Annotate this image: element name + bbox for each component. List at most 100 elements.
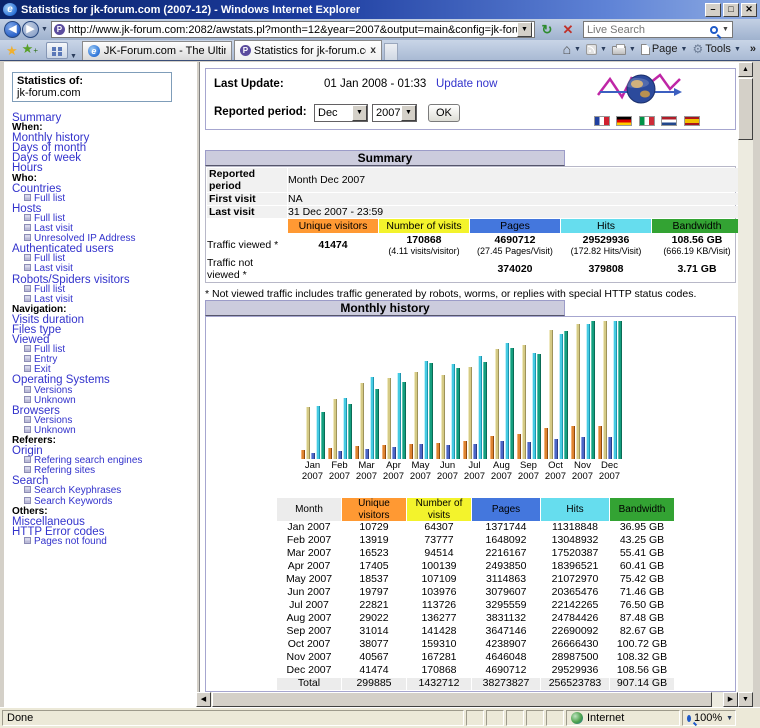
scroll-right-icon[interactable]: ▶ (723, 692, 738, 707)
bar-unique-visitors (490, 436, 494, 459)
chart-bar-group (436, 364, 460, 459)
monthly-cell: 24784426 (551, 612, 599, 625)
print-dropdown-icon[interactable]: ▼ (629, 46, 636, 53)
horizontal-scrollbar[interactable]: ◀ ▶ (196, 692, 738, 707)
site-favicon-icon: P (53, 24, 65, 35)
summary-section-title: Summary (205, 150, 565, 166)
monthly-table-row: Feb 2007 13919 73777 1648092 13048932 43.25 G… (277, 535, 674, 547)
more-toolbar-chevron[interactable]: » (750, 43, 756, 55)
address-bar[interactable]: P ▼ (50, 21, 535, 38)
horizontal-scroll-thumb[interactable] (212, 692, 712, 707)
bar-hits (586, 324, 590, 459)
sublist-icon (24, 284, 31, 292)
tab-statistics[interactable]: P Statistics for jk-forum.co... x (233, 40, 382, 60)
zoom-dropdown-icon[interactable]: ▼ (726, 715, 733, 722)
scroll-up-icon[interactable]: ▲ (738, 62, 753, 77)
monthly-cell: 22142265 (551, 599, 599, 612)
search-input[interactable] (586, 23, 710, 36)
print-icon[interactable] (611, 44, 626, 55)
bar-number-of-visits (495, 349, 499, 459)
tools-menu-label[interactable]: Tools (705, 43, 731, 55)
favorites-center-button[interactable]: ★ (6, 42, 18, 60)
flag-de-icon[interactable] (616, 116, 633, 126)
monthly-cell: 136277 (421, 612, 457, 625)
search-dropdown-icon[interactable]: ▼ (722, 26, 729, 33)
status-bar: Done Internet 100% ▼ (0, 707, 760, 728)
stop-button[interactable]: ✕ (559, 21, 577, 39)
language-flags (594, 113, 702, 131)
monthly-total-row: Total 299885 1432712 38273827 256523783 907.1… (277, 678, 674, 690)
quick-tabs-button[interactable] (45, 42, 68, 59)
zoom-level: 100% (694, 712, 723, 724)
tab-jk-forum[interactable]: e JK-Forum.com - The Ultimate... (81, 41, 232, 60)
last-update-value: 01 Jan 2008 - 01:33 (324, 78, 427, 90)
sidebar-item-hours[interactable]: Hours (12, 163, 196, 175)
monthly-cell: 43.25 GB (619, 534, 665, 547)
gear-icon[interactable]: ⚙ (692, 42, 703, 56)
address-input[interactable] (67, 23, 517, 36)
title-bar: e Statistics for jk-forum.com (2007-12) … (0, 0, 760, 19)
bar-number-of-visits (576, 324, 580, 459)
sidebar-item-last-visit[interactable]: Last visit (12, 264, 196, 274)
page-dropdown-icon[interactable]: ▼ (681, 46, 688, 53)
monthly-cell: 1371744 (485, 521, 527, 534)
home-dropdown-icon[interactable]: ▼ (574, 46, 581, 53)
bar-number-of-visits (549, 330, 553, 459)
traffic-viewed-label: Traffic viewed * (207, 239, 279, 251)
flag-nl-icon[interactable] (661, 116, 678, 126)
scroll-left-icon[interactable]: ◀ (196, 692, 211, 707)
monthly-cell: 19797 (359, 586, 389, 599)
maximize-button[interactable]: □ (723, 2, 739, 17)
monthly-cell: 4238907 (485, 638, 527, 651)
minimize-button[interactable]: – (705, 2, 721, 17)
update-now-link[interactable]: Update now (436, 78, 497, 90)
chart-bar-group (517, 345, 541, 459)
tab-list-dropdown[interactable]: ▼ (70, 53, 77, 60)
sidebar: Statistics of: jk-forum.com Summary When:… (4, 62, 196, 707)
scroll-down-icon[interactable]: ▼ (738, 692, 753, 707)
monthly-total-cell: 256523783 (541, 678, 609, 690)
monthly-cell: 3831132 (485, 612, 527, 625)
sidebar-item-pages-not-found[interactable]: Pages not found (12, 536, 196, 547)
monthly-cell: 71.46 GB (619, 586, 665, 599)
search-magnifier-icon[interactable] (710, 25, 718, 34)
zoom-control[interactable]: 100% ▼ (682, 710, 736, 726)
close-button[interactable]: ✕ (741, 2, 757, 17)
history-dropdown-icon[interactable]: ▼ (41, 26, 48, 33)
monthly-table-row: Apr 2007 17405 100139 2493850 18396521 60.41 … (277, 561, 674, 573)
flag-es-icon[interactable] (683, 116, 700, 126)
add-favorite-button[interactable]: ★+ (22, 40, 38, 60)
vertical-scroll-thumb[interactable] (738, 78, 753, 140)
refresh-button[interactable]: ↻ (538, 21, 556, 39)
chart-bar-group (328, 398, 352, 459)
forward-button[interactable]: ▶ (22, 21, 39, 38)
feeds-dropdown-icon[interactable]: ▼ (600, 46, 607, 53)
back-button[interactable]: ◀ (4, 21, 21, 38)
page-menu-label[interactable]: Page (652, 43, 678, 55)
month-select[interactable]: Dec ▼ (314, 104, 368, 122)
chart-bar-group (490, 343, 514, 459)
feeds-icon[interactable] (585, 43, 597, 55)
sublist-icon (24, 254, 31, 262)
vertical-scrollbar[interactable]: ▲ ▼ (738, 62, 753, 707)
ok-button[interactable]: OK (428, 104, 460, 122)
tools-dropdown-icon[interactable]: ▼ (734, 46, 741, 53)
chart-month-label: May 2007 (409, 460, 432, 482)
new-tab-stub[interactable] (383, 43, 398, 60)
bar-hits (559, 334, 563, 459)
page-menu-icon[interactable] (640, 43, 650, 55)
year-select[interactable]: 2007 ▼ (372, 104, 417, 122)
tab-close-icon[interactable]: x (370, 45, 376, 56)
monthly-header-month: Month (277, 498, 341, 521)
flag-fr-icon[interactable] (594, 116, 610, 126)
search-box[interactable]: ▼ (582, 21, 733, 38)
awstats-logo-icon[interactable] (594, 71, 684, 109)
monthly-cell: 28987500 (551, 651, 599, 664)
address-dropdown-button[interactable]: ▼ (516, 22, 532, 37)
home-icon[interactable]: ⌂ (563, 41, 571, 57)
monthly-cell: 75.42 GB (619, 573, 665, 586)
year-select-arrow-icon[interactable]: ▼ (401, 105, 416, 121)
month-select-arrow-icon[interactable]: ▼ (352, 105, 367, 121)
flag-it-icon[interactable] (638, 116, 655, 126)
bar-bandwidth-gb- (402, 382, 406, 459)
